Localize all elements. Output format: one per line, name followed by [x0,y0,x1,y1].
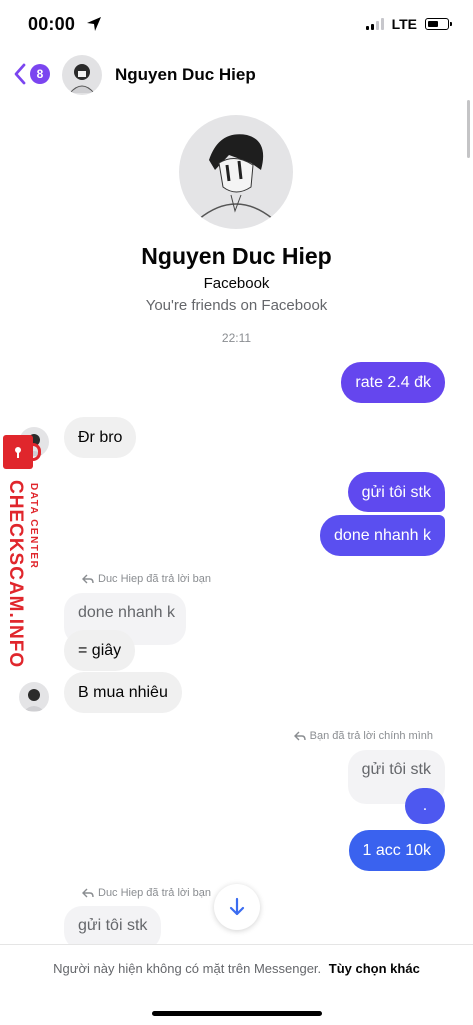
friend-status: You're friends on Facebook [145,297,328,314]
back-chevron-icon [14,63,26,85]
profile-platform: Facebook [203,275,270,292]
reply-arrow-icon [82,888,94,898]
status-indicators: LTE [365,16,452,32]
message-outgoing[interactable]: done nhanh k [320,515,445,556]
watermark: CHECKSCAM.INFO DATA CENTER [0,435,52,675]
home-indicator[interactable] [152,1011,322,1016]
message-incoming[interactable]: Đr bro [64,417,137,458]
message-incoming[interactable]: = giây [64,630,136,671]
reply-note-text: Duc Hiep đã trả lời bạn [98,573,211,585]
footer: Người này hiện không có mặt trên Messeng… [0,944,473,1025]
message-outgoing[interactable]: . [405,788,445,824]
watermark-tagline: DATA CENTER [28,483,39,570]
footer-notice: Người này hiện không có mặt trên Messeng… [0,961,473,976]
conversation-timestamp: 22:11 [221,331,252,345]
header-avatar[interactable] [62,55,102,95]
battery-icon [425,18,452,30]
header-contact-name[interactable]: Nguyen Duc Hiep [115,65,256,85]
signal-icon [365,18,384,30]
reply-note: Duc Hiep đã trả lời bạn [82,573,211,585]
reply-note: Duc Hiep đã trả lời bạn [82,887,211,899]
profile-avatar[interactable] [179,115,293,229]
message-incoming[interactable]: B mua nhiêu [64,672,182,713]
more-options-link[interactable]: Tùy chọn khác [329,961,420,976]
back-button[interactable]: 8 [12,62,50,86]
network-label: LTE [391,16,417,32]
unread-badge: 8 [30,64,50,84]
reply-note-text: Bạn đã trả lời chính mình [309,730,433,742]
reply-arrow-icon [293,731,306,741]
reply-note: Bạn đã trả lời chính mình [293,730,433,742]
message-avatar[interactable] [19,682,49,712]
status-time: 00:00 [28,14,76,34]
reply-note-text: Duc Hiep đã trả lời bạn [98,887,211,899]
reply-arrow-icon [82,574,94,584]
message-outgoing[interactable]: 1 acc 10k [348,830,445,871]
watermark-brand: CHECKSCAM.INFO [5,480,26,669]
location-arrow-icon [86,16,102,37]
profile-name: Nguyen Duc Hiep [141,243,332,269]
scroll-down-arrow-icon [229,897,245,916]
footer-notice-text: Người này hiện không có mặt trên Messeng… [53,961,322,976]
scroll-down-button[interactable] [214,884,260,930]
lock-icon [3,435,41,469]
message-outgoing[interactable]: gửi tôi stk [347,472,445,512]
message-outgoing[interactable]: rate 2.4 đk [341,362,445,403]
scrollbar[interactable] [467,100,470,158]
